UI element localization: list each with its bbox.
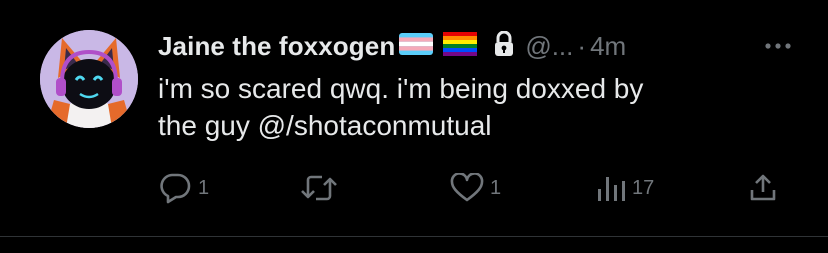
avatar[interactable] [40, 30, 138, 128]
retweet-icon [301, 175, 337, 201]
tweet-content: Jaine the foxxogen @... · 4m i'm so scar… [158, 26, 798, 144]
user-handle[interactable]: @... [525, 31, 573, 62]
lock-icon [493, 30, 515, 62]
views-count: 17 [632, 176, 655, 199]
share-button[interactable] [748, 170, 778, 206]
display-name[interactable]: Jaine the foxxogen [158, 31, 395, 62]
timestamp[interactable]: 4m [590, 31, 626, 62]
views-icon [598, 177, 625, 201]
tweet-header: Jaine the foxxogen @... · 4m [158, 26, 798, 66]
retweet-button[interactable] [300, 170, 344, 206]
transgender-flag-icon [399, 32, 434, 60]
tweet-text: i'm so scared qwq. i'm being doxxed by t… [158, 73, 644, 141]
heart-icon [450, 173, 484, 202]
more-icon [765, 43, 791, 49]
like-button[interactable]: 1 [450, 170, 501, 206]
like-count: 1 [490, 176, 502, 199]
avatar-image [40, 30, 138, 128]
tweet[interactable]: Jaine the foxxogen @... · 4m i'm so scar… [0, 0, 828, 236]
more-button[interactable] [758, 26, 798, 66]
divider [0, 236, 828, 237]
share-icon [750, 174, 776, 201]
views-button[interactable]: 17 [596, 170, 654, 206]
reply-icon [160, 173, 191, 204]
tweet-actions: 1 1 17 [158, 170, 788, 206]
reply-count: 1 [198, 176, 210, 199]
reply-button[interactable]: 1 [158, 170, 209, 206]
separator-dot: · [577, 30, 587, 61]
rainbow-flag-icon [443, 31, 478, 61]
